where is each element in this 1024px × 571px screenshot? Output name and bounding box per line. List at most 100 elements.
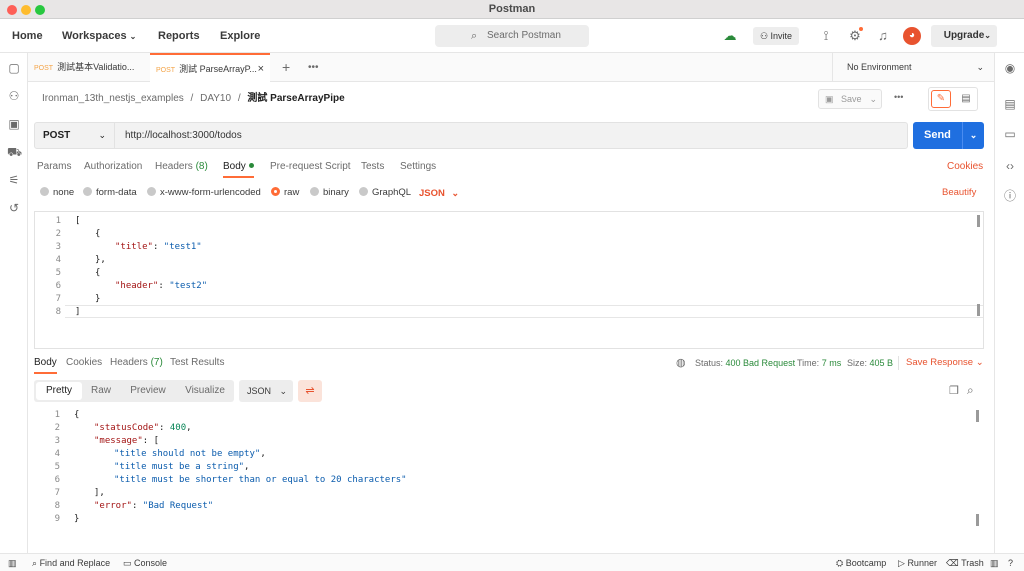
bell-icon[interactable]: ♫ [873, 26, 893, 46]
json-colon: : [152, 242, 164, 252]
response-tab-body[interactable]: Body [34, 356, 57, 374]
editor-scrollbar[interactable] [977, 304, 980, 316]
more-tabs-icon[interactable]: ••• [308, 53, 319, 82]
editor-scrollbar[interactable] [977, 215, 980, 227]
method-select[interactable]: POST ⌄ [35, 123, 115, 148]
layout-icon[interactable]: ▥ [990, 554, 999, 571]
bootcamp-button[interactable]: ⛭ Bootcamp [836, 554, 886, 571]
close-window-button[interactable] [7, 5, 17, 15]
search-input[interactable]: ⌕ Search Postman [435, 25, 589, 47]
tab-body[interactable]: Body [223, 160, 254, 178]
response-headers-label: Headers [110, 357, 148, 368]
request-tabs-bar: POST 測試基本Validatio... POST 測試 ParseArrayP.… [28, 53, 994, 82]
code-line: ], [94, 488, 105, 498]
comments-icon[interactable]: ▭ [1003, 127, 1017, 141]
radio-form-data[interactable]: form-data [83, 187, 137, 199]
json-key: "title" [115, 242, 153, 252]
breadcrumb-folder[interactable]: DAY10 [200, 93, 231, 104]
zoom-window-button[interactable] [35, 5, 45, 15]
beautify-link[interactable]: Beautify [942, 187, 976, 199]
environment-select[interactable]: No Environment ⌄ [832, 53, 994, 82]
radio-raw[interactable]: raw [271, 187, 299, 199]
url-input[interactable]: http://localhost:3000/todos [125, 123, 242, 148]
runner-button[interactable]: ▷ Runner [898, 554, 937, 571]
nav-reports[interactable]: Reports [158, 19, 200, 53]
tab-headers[interactable]: Headers (8) [155, 160, 208, 174]
breadcrumb: Ironman_13th_nestjs_examples / DAY10 / 測… [42, 90, 345, 108]
response-scrollbar[interactable] [976, 514, 979, 526]
history-icon[interactable]: ↺ [7, 201, 21, 215]
globe-icon[interactable]: ◍ [676, 356, 686, 370]
response-tab-cookies[interactable]: Cookies [66, 356, 102, 370]
eye-icon[interactable]: ◉ [1003, 61, 1017, 75]
more-options-icon[interactable]: ••• [894, 92, 903, 102]
radio-graphql[interactable]: GraphQL [359, 187, 411, 199]
upgrade-button[interactable]: Upgrade ⌄ [931, 25, 997, 47]
monitors-icon[interactable]: ⚟ [7, 173, 21, 187]
sidebar-toggle-icon[interactable]: ▥ [8, 554, 17, 571]
tab-prerequest-script[interactable]: Pre-request Script [270, 160, 351, 174]
line-number: 9 [54, 514, 60, 524]
size-value[interactable]: 405 B [870, 358, 894, 368]
radio-binary[interactable]: binary [310, 187, 349, 199]
response-format-select[interactable]: JSON ⌄ [239, 380, 293, 402]
time-value[interactable]: 7 ms [822, 358, 842, 368]
comment-icon[interactable]: ▤ [956, 90, 976, 108]
invite-button[interactable]: ⚇ Invite [753, 27, 799, 45]
info-icon[interactable]: ⓘ [1003, 189, 1017, 203]
minimize-window-button[interactable] [21, 5, 31, 15]
console-button[interactable]: ▭ Console [123, 554, 167, 571]
collections-icon[interactable]: ▢ [7, 61, 21, 75]
request-tab-active[interactable]: POST 測試 ParseArrayP... × [150, 53, 270, 82]
save-response-button[interactable]: Save Response ⌄ [898, 356, 984, 370]
response-body-viewer[interactable]: 1 2 3 4 5 6 7 8 9 { "statusCode": 400, "… [34, 410, 984, 528]
response-tab-test-results[interactable]: Test Results [170, 356, 224, 370]
response-scrollbar[interactable] [976, 410, 979, 422]
radio-none[interactable]: none [40, 187, 74, 199]
save-button[interactable]: ▣ Save ⌄ [818, 89, 882, 109]
line-number: 2 [54, 423, 60, 433]
nav-workspaces[interactable]: Workspaces ⌄ [62, 19, 136, 53]
documentation-icon[interactable]: ▤ [1003, 97, 1017, 111]
request-body-editor[interactable]: 1 2 3 4 5 6 7 8 [ { "title": "test1" }, … [34, 211, 984, 349]
status-value[interactable]: 400 Bad Request [726, 358, 796, 368]
cloud-sync-icon[interactable]: ☁ [720, 26, 740, 46]
language-select[interactable]: JSON ⌄ [419, 187, 459, 199]
satellite-icon[interactable]: ⟟ [816, 26, 836, 46]
wrap-lines-icon[interactable]: ⇌ [298, 380, 322, 402]
request-tab[interactable]: POST 測試基本Validatio... [28, 53, 150, 82]
tab-authorization[interactable]: Authorization [84, 160, 142, 174]
code-icon[interactable]: ‹› [1003, 159, 1017, 173]
apis-icon[interactable]: ⚇ [7, 89, 21, 103]
edit-icon[interactable]: ✎ [931, 90, 951, 108]
tab-settings[interactable]: Settings [400, 160, 436, 174]
search-icon[interactable]: ⌕ [967, 383, 974, 398]
chevron-down-icon[interactable]: ⌄ [962, 122, 984, 149]
new-tab-icon[interactable]: + [282, 53, 290, 82]
copy-icon[interactable]: ❐ [949, 384, 959, 397]
view-visualize[interactable]: Visualize [180, 380, 230, 402]
view-raw[interactable]: Raw [84, 380, 118, 402]
tab-params[interactable]: Params [37, 160, 71, 174]
find-replace-button[interactable]: ⌕ Find and Replace [32, 554, 110, 571]
nav-explore[interactable]: Explore [220, 19, 260, 53]
line-number: 5 [54, 462, 60, 472]
nav-home[interactable]: Home [12, 19, 43, 53]
mock-servers-icon[interactable]: ⛟ [7, 145, 22, 159]
send-button[interactable]: Send ⌄ [913, 122, 984, 149]
tab-method: POST [156, 67, 176, 74]
view-pretty[interactable]: Pretty [36, 382, 82, 400]
cookies-link[interactable]: Cookies [947, 160, 983, 174]
view-preview[interactable]: Preview [126, 380, 170, 402]
breadcrumb-request[interactable]: 測試 ParseArrayPipe [247, 93, 344, 104]
radio-urlencoded[interactable]: x-www-form-urlencoded [147, 187, 261, 199]
help-icon[interactable]: ? [1008, 554, 1013, 571]
breadcrumb-collection[interactable]: Ironman_13th_nestjs_examples [42, 93, 184, 104]
tab-method: POST [34, 65, 54, 72]
avatar[interactable]: ◕ [903, 27, 921, 45]
response-tab-headers[interactable]: Headers (7) [110, 356, 163, 370]
close-tab-icon[interactable]: × [258, 55, 264, 84]
tab-tests[interactable]: Tests [361, 160, 384, 174]
environments-icon[interactable]: ▣ [7, 117, 21, 131]
trash-button[interactable]: ⌫ Trash [946, 554, 984, 571]
